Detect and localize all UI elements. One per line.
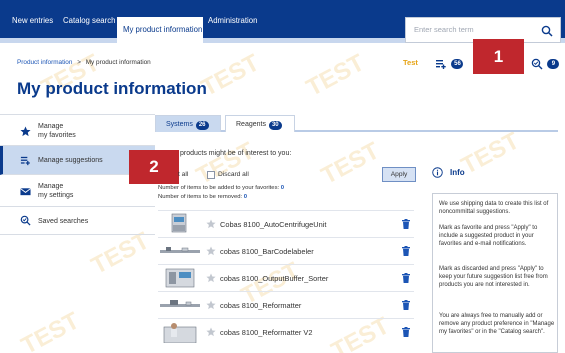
breadcrumb-current: My product information xyxy=(85,59,151,66)
added-count-line: Number of items to be added to your favo… xyxy=(158,185,284,191)
info-paragraph: You are always free to manually add or r… xyxy=(439,313,555,335)
suggestions-count-badge: 56 xyxy=(451,58,464,69)
tab-count-badge: 30 xyxy=(268,121,282,130)
info-paragraph: We use shipping data to create this list… xyxy=(439,201,549,215)
discard-trash-icon[interactable] xyxy=(402,246,410,256)
sidebar-item-label: Manage suggestions xyxy=(38,157,103,164)
discard-trash-icon[interactable] xyxy=(402,327,410,337)
sidebar-item-label: my settings xyxy=(38,192,74,199)
watermark: TEST xyxy=(302,49,369,102)
apply-button[interactable]: Apply xyxy=(382,167,416,182)
favorite-star-icon[interactable] xyxy=(206,219,216,229)
nav-my-product-information-label: My product information xyxy=(123,25,203,34)
product-row: cobas 8100_OutputBuffer_Sorter xyxy=(158,264,414,291)
favorite-star-icon[interactable] xyxy=(206,273,216,283)
product-name[interactable]: cobas 8100_Reformatter V2 xyxy=(220,328,312,337)
discard-trash-icon[interactable] xyxy=(402,219,410,229)
product-thumbnail xyxy=(160,247,200,253)
callout-number-2: 2 xyxy=(129,150,179,184)
watermark: TEST xyxy=(192,137,259,190)
favorite-star-icon[interactable] xyxy=(206,246,216,256)
watermark: TEST xyxy=(457,127,524,180)
product-thumbnail xyxy=(163,323,197,343)
product-name[interactable]: cobas 8100_Reformatter xyxy=(220,301,301,310)
sidebar-item-saved-searches[interactable]: Saved searches xyxy=(0,207,155,235)
tab-label: Reagents xyxy=(236,121,266,128)
info-paragraph: Mark as discarded and press "Apply" to k… xyxy=(439,266,548,288)
saved-search-icon xyxy=(20,215,31,226)
added-count-label: Number of items to be added to your favo… xyxy=(158,185,280,191)
nav-catalog-search[interactable]: Catalog search xyxy=(63,16,115,25)
sidebar-item-manage-favorites[interactable]: Manage my favorites xyxy=(0,114,155,146)
info-icon xyxy=(432,167,443,178)
saved-searches-count-badge: 9 xyxy=(547,58,560,69)
saved-search-icon xyxy=(531,58,543,70)
favorite-star-icon[interactable] xyxy=(206,327,216,337)
page-title: My product information xyxy=(17,79,207,98)
product-name[interactable]: Cobas 8100_AutoCentrifugeUnit xyxy=(220,220,326,229)
header-saved-searches[interactable]: 9 xyxy=(531,55,560,70)
added-count-value: 0 xyxy=(280,185,285,191)
discard-trash-icon[interactable] xyxy=(402,300,410,310)
favorite-star-icon[interactable] xyxy=(206,300,216,310)
suggestions-intro-text: products might be of interest to you: xyxy=(180,150,292,157)
info-title: Info xyxy=(450,168,465,177)
discard-all-checkbox[interactable] xyxy=(207,171,215,179)
test-environment-label: Test xyxy=(403,58,418,67)
product-name[interactable]: cobas 8100_OutputBuffer_Sorter xyxy=(220,274,328,283)
top-navigation: New entries Catalog search My product in… xyxy=(0,0,565,43)
removed-count-value: 0 xyxy=(243,194,248,200)
removed-count-line: Number of items to be removed: 0 xyxy=(158,194,247,200)
tab-count-badge: 26 xyxy=(195,121,209,130)
tab-label: Systems xyxy=(166,121,193,128)
header-suggestions[interactable]: 56 xyxy=(435,55,464,69)
product-type-tabs: Systems 26 Reagents 30 xyxy=(155,115,558,132)
tab-reagents[interactable]: Reagents 30 xyxy=(225,115,295,132)
callout-number-1: 1 xyxy=(473,39,524,74)
sidebar-item-label: Saved searches xyxy=(38,218,89,225)
sidebar-item-label: Manage xyxy=(38,183,64,190)
product-name[interactable]: cobas 8100_BarCodelabeler xyxy=(220,247,314,256)
discard-trash-icon[interactable] xyxy=(402,273,410,283)
breadcrumb-separator: > xyxy=(77,59,81,66)
product-thumbnail xyxy=(171,213,187,233)
suggestions-icon xyxy=(20,156,30,166)
envelope-icon xyxy=(20,188,31,196)
star-icon xyxy=(20,126,31,137)
removed-count-label: Number of items to be removed: xyxy=(158,194,243,200)
sidebar-item-label: Manage xyxy=(38,123,64,130)
breadcrumb-product-information[interactable]: Product information xyxy=(17,59,72,66)
product-row: cobas 8100_Reformatter xyxy=(158,291,414,318)
watermark: TEST xyxy=(17,307,84,353)
watermark: TEST xyxy=(317,137,384,190)
product-row: Cobas 8100_AutoCentrifugeUnit xyxy=(158,210,414,237)
tab-systems[interactable]: Systems 26 xyxy=(155,115,221,132)
discard-all-label[interactable]: Discard all xyxy=(218,171,249,178)
sidebar-item-label: my favorites xyxy=(38,132,76,139)
search-icon[interactable] xyxy=(541,25,553,37)
select-all-label[interactable]: t all xyxy=(178,171,188,178)
info-panel: We use shipping data to create this list… xyxy=(432,193,558,353)
nav-administration[interactable]: Administration xyxy=(208,16,257,25)
watermark: TEST xyxy=(197,49,264,102)
info-paragraph: Mark as favorite and press "Apply" to in… xyxy=(439,225,538,247)
breadcrumb: Product information > My product informa… xyxy=(17,59,151,66)
product-thumbnail xyxy=(165,268,195,288)
product-row: cobas 8100_BarCodelabeler xyxy=(158,237,414,264)
product-row: cobas 8100_Reformatter V2 xyxy=(158,318,414,345)
nav-my-product-information[interactable]: My product information xyxy=(117,17,203,43)
product-thumbnail xyxy=(160,300,200,307)
watermark: TEST xyxy=(87,227,154,280)
search-input[interactable] xyxy=(414,25,534,34)
suggestions-icon xyxy=(436,59,446,69)
nav-new-entries[interactable]: New entries xyxy=(12,16,53,25)
